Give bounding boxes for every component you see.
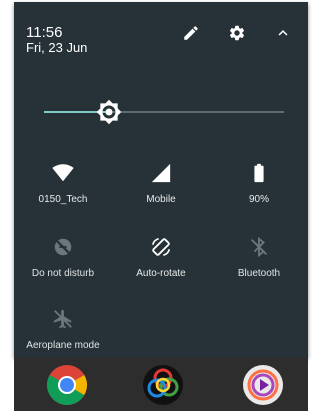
tile-bluetooth[interactable]: Bluetooth [210,228,308,290]
tile-aeroplane-mode[interactable]: Aeroplane mode [14,300,112,357]
tile-mobile[interactable]: Mobile [112,154,210,216]
tile-mobile-label: Mobile [146,194,176,205]
tile-dnd-label: Do not disturb [31,268,95,279]
wifi-icon [52,162,74,184]
cellular-signal-icon [150,162,172,184]
quick-settings-panel: 11:56 Fri, 23 Jun 0150_Tech Mobile 90% D… [14,2,308,357]
bluetooth-icon [248,236,270,258]
video-player-app-icon[interactable] [242,364,284,406]
auto-rotate-icon [150,236,172,258]
tile-wifi[interactable]: 0150_Tech [14,154,112,216]
tile-wifi-label: 0150_Tech [38,194,88,205]
collapse-chevron-up-icon[interactable] [274,24,292,42]
camera-app-icon[interactable] [142,364,184,406]
app-dock [14,357,308,411]
settings-gear-icon[interactable] [228,24,246,42]
tile-battery[interactable]: 90% [210,154,308,216]
date-label: Fri, 23 Jun [26,40,88,55]
tile-bluetooth-label: Bluetooth [237,268,281,279]
chrome-app-icon[interactable] [46,364,88,406]
clock-time: 11:56 [26,24,63,41]
tile-aeroplane-label: Aeroplane mode [26,340,100,351]
tile-battery-label: 90% [248,194,269,205]
aeroplane-icon [52,308,74,330]
brightness-slider[interactable] [44,94,284,130]
do-not-disturb-icon [52,236,74,258]
battery-icon [248,162,270,184]
brightness-sun-icon[interactable] [96,99,122,125]
tile-do-not-disturb[interactable]: Do not disturb [14,228,112,290]
edit-pencil-icon[interactable] [182,24,200,42]
tile-auto-rotate[interactable]: Auto-rotate [112,228,210,290]
tile-auto-rotate-label: Auto-rotate [136,268,186,279]
